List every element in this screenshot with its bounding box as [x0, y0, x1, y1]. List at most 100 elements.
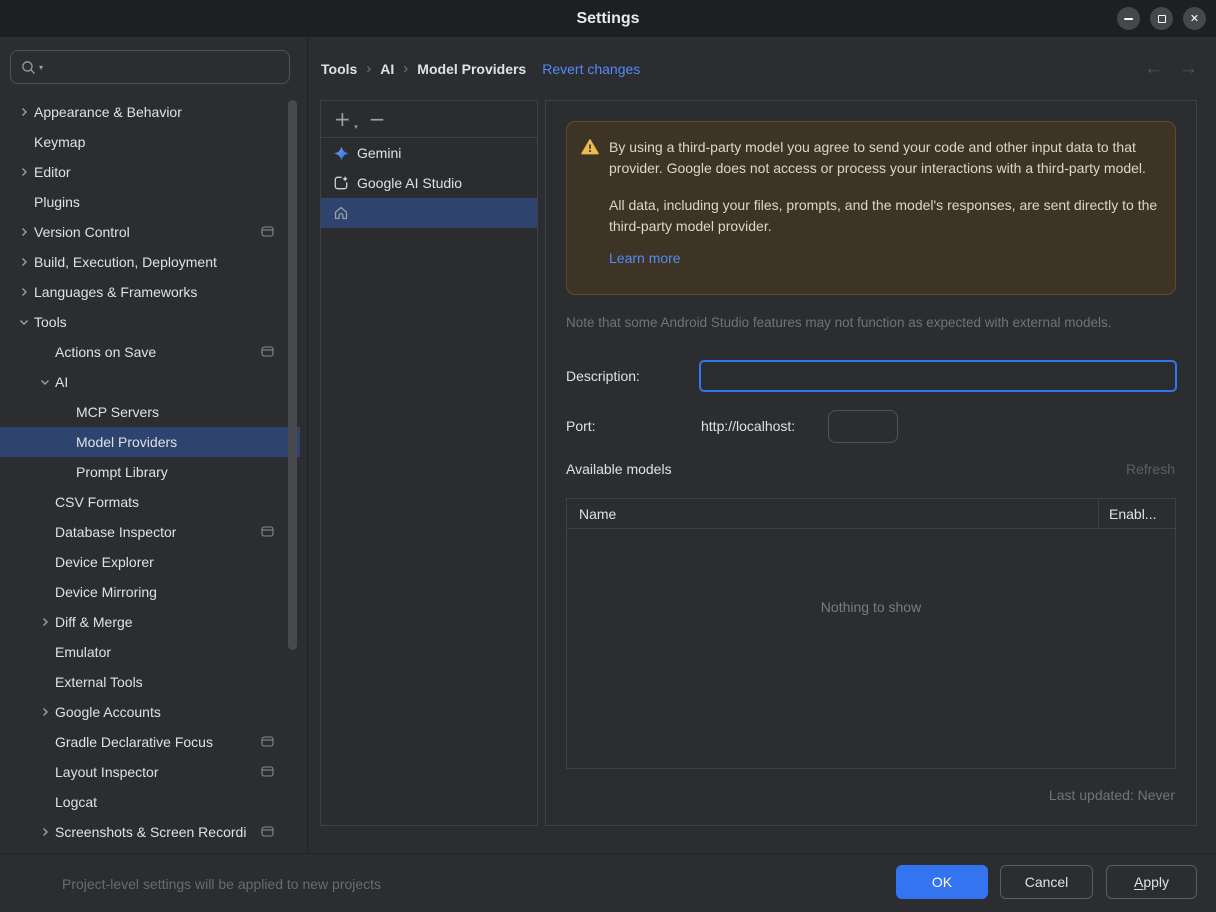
- table-header: Name Enabl...: [567, 499, 1175, 529]
- sidebar-item-label: AI: [55, 374, 69, 390]
- chevron-right-icon[interactable]: [35, 827, 55, 837]
- sidebar-item-screenshots-screen-recordi[interactable]: Screenshots & Screen Recordi: [0, 817, 300, 847]
- sidebar-item-logcat[interactable]: Logcat: [0, 787, 300, 817]
- sidebar-item-emulator[interactable]: Emulator: [0, 637, 300, 667]
- breadcrumb-separator: ›: [366, 60, 372, 77]
- port-field[interactable]: [828, 410, 898, 443]
- refresh-button[interactable]: Refresh: [1126, 456, 1175, 482]
- provider-item-label: Gemini: [357, 145, 402, 161]
- search-options-chevron-icon[interactable]: ▾: [39, 63, 43, 72]
- history-nav: ← →: [1144, 37, 1198, 100]
- modified-settings-icon: [261, 766, 274, 777]
- provider-list: Gemini Google AI Studio: [321, 138, 537, 228]
- external-models-note: Note that some Android Studio features m…: [566, 315, 1112, 330]
- forward-arrow-icon[interactable]: →: [1179, 59, 1198, 78]
- sidebar-item-gradle-declarative-focus[interactable]: Gradle Declarative Focus: [0, 727, 300, 757]
- breadcrumb-item-tools[interactable]: Tools: [321, 61, 357, 77]
- sidebar-item-prompt-library[interactable]: Prompt Library: [0, 457, 300, 487]
- sidebar-item-label: CSV Formats: [55, 494, 140, 510]
- sidebar-item-ai[interactable]: AI: [0, 367, 300, 397]
- breadcrumb-item-model-providers[interactable]: Model Providers: [417, 61, 526, 77]
- gemini-icon: [333, 145, 349, 161]
- warning-paragraph-1: By using a third-party model you agree t…: [609, 139, 1146, 176]
- sidebar-item-label: External Tools: [55, 674, 143, 690]
- sidebar-item-label: Emulator: [55, 644, 112, 660]
- provider-item-gemini[interactable]: Gemini: [321, 138, 537, 168]
- sidebar-item-layout-inspector[interactable]: Layout Inspector: [0, 757, 300, 787]
- sidebar-item-label: MCP Servers: [76, 404, 159, 420]
- chevron-right-icon[interactable]: [14, 287, 34, 297]
- sidebar-item-label: Editor: [34, 164, 71, 180]
- sidebar-item-csv-formats[interactable]: CSV Formats: [0, 487, 300, 517]
- sidebar-item-device-explorer[interactable]: Device Explorer: [0, 547, 300, 577]
- warning-paragraph-2: All data, including your files, prompts,…: [609, 197, 1158, 234]
- sidebar-scrollbar[interactable]: [288, 100, 297, 650]
- sidebar-item-label: Languages & Frameworks: [34, 284, 198, 300]
- sidebar-item-mcp-servers[interactable]: MCP Servers: [0, 397, 300, 427]
- sidebar-item-label: Gradle Declarative Focus: [55, 734, 213, 750]
- port-prefix: http://localhost:: [701, 418, 796, 434]
- sidebar-item-external-tools[interactable]: External Tools: [0, 667, 300, 697]
- chevron-right-icon[interactable]: [14, 107, 34, 117]
- sidebar-item-tools[interactable]: Tools: [0, 307, 300, 337]
- empty-table-message: Nothing to show: [820, 599, 922, 615]
- sidebar-item-label: Device Mirroring: [55, 584, 157, 600]
- chevron-right-icon[interactable]: [14, 257, 34, 267]
- provider-list-panel: + ▾ − Gemini Google AI Studio: [320, 100, 538, 826]
- search-input[interactable]: [45, 59, 279, 75]
- sidebar-item-version-control[interactable]: Version Control: [0, 217, 300, 247]
- dialog-footer: ? Project-level settings will be applied…: [0, 853, 1216, 912]
- sidebar-item-keymap[interactable]: Keymap: [0, 127, 300, 157]
- chevron-right-icon[interactable]: [35, 617, 55, 627]
- sidebar-item-device-mirroring[interactable]: Device Mirroring: [0, 577, 300, 607]
- close-button[interactable]: ✕: [1183, 7, 1206, 30]
- modified-settings-icon: [261, 736, 274, 747]
- sidebar-item-label: Keymap: [34, 134, 86, 150]
- sidebar-item-label: Layout Inspector: [55, 764, 159, 780]
- sidebar-item-label: Build, Execution, Deployment: [34, 254, 217, 270]
- column-header-name: Name: [579, 505, 617, 522]
- sidebar-item-label: Screenshots & Screen Recordi: [55, 824, 247, 840]
- chevron-down-icon[interactable]: [14, 317, 34, 327]
- port-label: Port:: [566, 418, 596, 434]
- minimize-button[interactable]: [1117, 7, 1140, 30]
- remove-provider-button[interactable]: −: [369, 109, 386, 129]
- sidebar-item-editor[interactable]: Editor: [0, 157, 300, 187]
- provider-item-custom[interactable]: [321, 198, 537, 228]
- chevron-down-icon[interactable]: [35, 377, 55, 387]
- settings-sidebar: ▾ Appearance & Behavior Keymap Editor Plugi…: [0, 37, 308, 853]
- back-arrow-icon[interactable]: ←: [1144, 59, 1163, 78]
- add-dropdown-icon: ▾: [354, 123, 358, 131]
- sidebar-item-languages-frameworks[interactable]: Languages & Frameworks: [0, 277, 300, 307]
- description-field[interactable]: [699, 360, 1177, 392]
- chevron-right-icon[interactable]: [14, 167, 34, 177]
- sidebar-item-diff-merge[interactable]: Diff & Merge: [0, 607, 300, 637]
- sidebar-item-build-execution-deployment[interactable]: Build, Execution, Deployment: [0, 247, 300, 277]
- ok-button[interactable]: OK: [896, 865, 988, 899]
- revert-changes-link[interactable]: Revert changes: [542, 61, 640, 77]
- sidebar-item-google-accounts[interactable]: Google Accounts: [0, 697, 300, 727]
- apply-button[interactable]: Apply: [1106, 865, 1197, 899]
- sidebar-item-actions-on-save[interactable]: Actions on Save: [0, 337, 300, 367]
- model-provider-form: By using a third-party model you agree t…: [545, 100, 1197, 826]
- sidebar-item-model-providers[interactable]: Model Providers: [0, 427, 300, 457]
- chevron-right-icon[interactable]: [35, 707, 55, 717]
- sidebar-item-plugins[interactable]: Plugins: [0, 187, 300, 217]
- provider-item-google-ai-studio[interactable]: Google AI Studio: [321, 168, 537, 198]
- sidebar-item-appearance-behavior[interactable]: Appearance & Behavior: [0, 97, 300, 127]
- sidebar-item-label: Prompt Library: [76, 464, 168, 480]
- sidebar-item-label: Google Accounts: [55, 704, 161, 720]
- add-provider-button[interactable]: + ▾: [334, 109, 358, 131]
- chevron-right-icon[interactable]: [14, 227, 34, 237]
- breadcrumb-item-ai[interactable]: AI: [380, 61, 394, 77]
- learn-more-link[interactable]: Learn more: [609, 248, 681, 269]
- maximize-button[interactable]: [1150, 7, 1173, 30]
- search-icon: [21, 60, 36, 75]
- settings-search-box[interactable]: ▾: [10, 50, 290, 84]
- third-party-warning-banner: By using a third-party model you agree t…: [566, 121, 1176, 295]
- cancel-button[interactable]: Cancel: [1000, 865, 1093, 899]
- modified-settings-icon: [261, 226, 274, 237]
- provider-list-toolbar: + ▾ −: [321, 101, 537, 138]
- sidebar-item-database-inspector[interactable]: Database Inspector: [0, 517, 300, 547]
- sidebar-item-label: Diff & Merge: [55, 614, 133, 630]
